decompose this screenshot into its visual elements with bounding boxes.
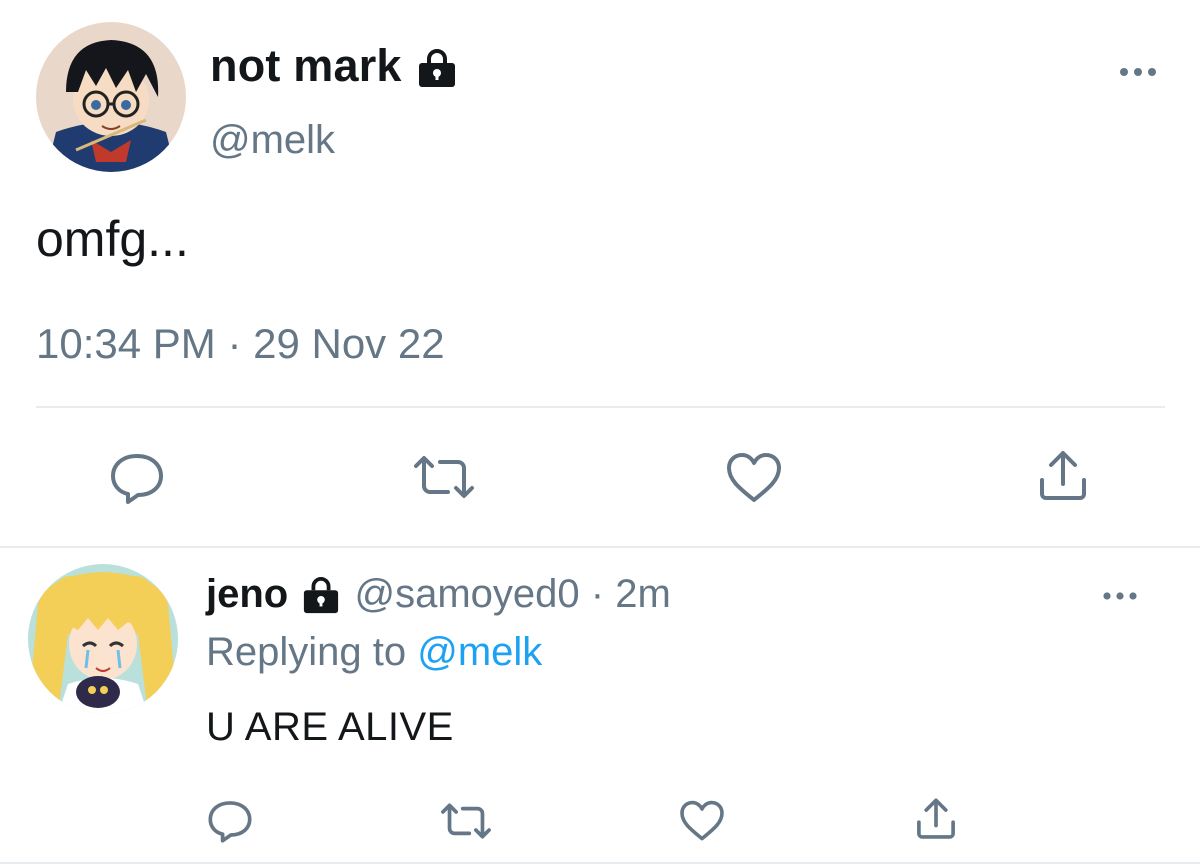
reply-handle[interactable]: @samoyed0	[354, 572, 579, 616]
reply-tweet-avatar[interactable]	[28, 564, 178, 714]
like-icon[interactable]	[724, 450, 784, 506]
share-icon[interactable]	[1036, 448, 1090, 504]
main-tweet-timestamp[interactable]: 10:34 PM · 29 Nov 22	[36, 320, 445, 368]
replying-label: Replying to	[206, 630, 407, 674]
more-icon[interactable]	[1102, 589, 1138, 603]
divider	[36, 406, 1165, 408]
reply-display-name[interactable]: jeno	[206, 572, 288, 616]
reply-tweet-text: U ARE ALIVE	[206, 705, 454, 749]
like-icon[interactable]	[678, 798, 726, 844]
main-tweet-action-bar	[0, 440, 1200, 520]
divider	[0, 862, 1200, 864]
lock-icon	[414, 49, 460, 89]
reply-separator: ·	[590, 572, 605, 616]
more-icon[interactable]	[1118, 64, 1158, 80]
reply-icon[interactable]	[206, 798, 254, 844]
main-tweet-avatar[interactable]	[36, 22, 186, 172]
replying-to-line: Replying to @melk	[206, 630, 542, 675]
share-icon[interactable]	[914, 796, 958, 842]
main-tweet-display-name[interactable]: not mark	[210, 40, 460, 92]
reply-tweet-action-bar	[0, 790, 1200, 850]
reply-tweet-header: jeno @samoyed0 · 2m	[206, 572, 671, 617]
reply-icon[interactable]	[108, 450, 166, 506]
main-tweet-text: omfg...	[36, 211, 189, 267]
lock-icon	[299, 577, 343, 615]
divider	[0, 546, 1200, 548]
reply-time[interactable]: 2m	[615, 572, 671, 616]
retweet-icon[interactable]	[438, 800, 494, 842]
retweet-icon[interactable]	[410, 452, 478, 502]
main-tweet-handle[interactable]: @melk	[210, 118, 335, 163]
replying-to-link[interactable]: @melk	[417, 630, 542, 674]
main-display-name-text: not mark	[210, 40, 402, 91]
